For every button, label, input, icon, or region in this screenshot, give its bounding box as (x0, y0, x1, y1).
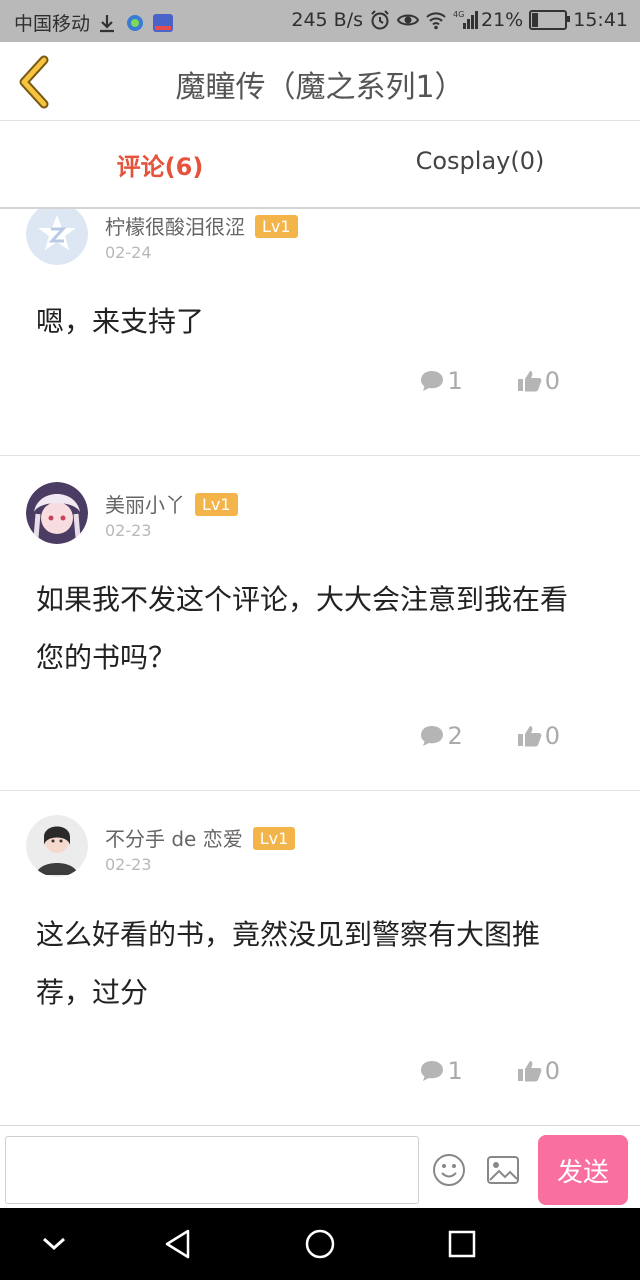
avatar[interactable] (26, 815, 88, 877)
comment-content: 这么好看的书，竟然没见到警察有大图推荐，过分 (36, 918, 541, 1009)
comment-date: 02-23 (105, 855, 152, 874)
comment-actions: 1 0 (419, 1057, 560, 1085)
avatar[interactable] (26, 209, 88, 265)
battery-icon (529, 10, 571, 30)
speech-bubble-icon (421, 371, 444, 391)
comment-date: 02-23 (105, 521, 152, 540)
smiley-icon (433, 1154, 465, 1186)
reply-button[interactable]: 1 (419, 367, 463, 395)
image-icon (487, 1156, 519, 1184)
comment-item: 柠檬很酸泪很涩 Lv1 02-24 嗯，来支持了 1 0 (0, 209, 640, 456)
square-recents-icon (448, 1230, 476, 1258)
hide-keyboard-button[interactable] (34, 1226, 74, 1262)
level-badge: Lv1 (255, 215, 298, 238)
like-button[interactable]: 0 (517, 722, 560, 750)
app-notification-icon (124, 12, 146, 34)
chevron-left-icon (19, 55, 49, 109)
comment-date: 02-24 (105, 243, 152, 262)
alarm-icon (369, 9, 391, 31)
thumbs-up-icon (517, 371, 542, 392)
send-button[interactable]: 发送 (538, 1135, 628, 1205)
speech-bubble-icon (421, 1061, 444, 1081)
home-nav-button[interactable] (300, 1226, 340, 1262)
image-button[interactable] (486, 1155, 520, 1185)
carrier-label: 中国移动 (14, 13, 91, 35)
wifi-icon (425, 9, 447, 31)
comment-actions: 2 0 (419, 722, 560, 750)
header: 魔瞳传（魔之系列1） (0, 42, 640, 121)
tab-bar: 评论(6) Cosplay(0) (0, 121, 640, 209)
chevron-down-icon (42, 1237, 66, 1251)
svg-text:4G: 4G (453, 10, 464, 19)
level-badge: Lv1 (252, 827, 296, 850)
eye-icon (396, 9, 420, 31)
tab-comments[interactable]: 评论(6) (0, 147, 320, 182)
comment-list[interactable]: 柠檬很酸泪很涩 Lv1 02-24 嗯，来支持了 1 0 美丽小丫 Lv1 02-2… (0, 209, 640, 1125)
speech-bubble-icon (421, 726, 444, 746)
app-notification-icon (152, 12, 174, 34)
back-button[interactable] (14, 54, 64, 110)
reply-button[interactable]: 1 (419, 1057, 463, 1085)
thumbs-up-icon (517, 726, 542, 747)
status-bar: 中国移动 245 B/s 4G 21% 15:41 (0, 0, 640, 42)
comment-username[interactable]: 美丽小丫 Lv1 (105, 489, 238, 518)
comment-username[interactable]: 柠檬很酸泪很涩 Lv1 (105, 211, 298, 240)
page-title: 魔瞳传（魔之系列1） (175, 70, 465, 105)
emoji-button[interactable] (432, 1153, 466, 1187)
back-nav-button[interactable] (158, 1226, 198, 1262)
network-speed: 245 B/s (291, 9, 363, 31)
signal-icon: 4G (453, 9, 478, 31)
comment-input-bar: 发送 (0, 1125, 640, 1209)
comment-username[interactable]: 不分手 de 恋爱 Lv1 (105, 823, 296, 852)
battery-percent: 21% (481, 9, 524, 31)
like-button[interactable]: 0 (517, 367, 560, 395)
triangle-back-icon (165, 1229, 190, 1259)
clock: 15:41 (573, 9, 628, 31)
comment-actions: 1 0 (419, 367, 560, 395)
tab-cosplay[interactable]: Cosplay(0) (320, 147, 640, 175)
comment-input[interactable] (5, 1136, 419, 1204)
comment-item: 不分手 de 恋爱 Lv1 02-23 这么好看的书，竟然没见到警察有大图推荐，过… (0, 791, 640, 1125)
download-icon (96, 12, 118, 34)
level-badge: Lv1 (195, 493, 238, 516)
comment-content: 嗯，来支持了 (36, 305, 205, 338)
reply-button[interactable]: 2 (419, 722, 463, 750)
circle-home-icon (305, 1229, 335, 1259)
like-button[interactable]: 0 (517, 1057, 560, 1085)
comment-content: 如果我不发这个评论，大大会注意到我在看您的书吗？ (36, 583, 569, 674)
avatar[interactable] (26, 482, 88, 544)
system-nav-bar (0, 1208, 640, 1280)
recents-nav-button[interactable] (442, 1226, 482, 1262)
thumbs-up-icon (517, 1061, 542, 1082)
comment-item: 美丽小丫 Lv1 02-23 如果我不发这个评论，大大会注意到我在看您的书吗？ 2… (0, 456, 640, 791)
